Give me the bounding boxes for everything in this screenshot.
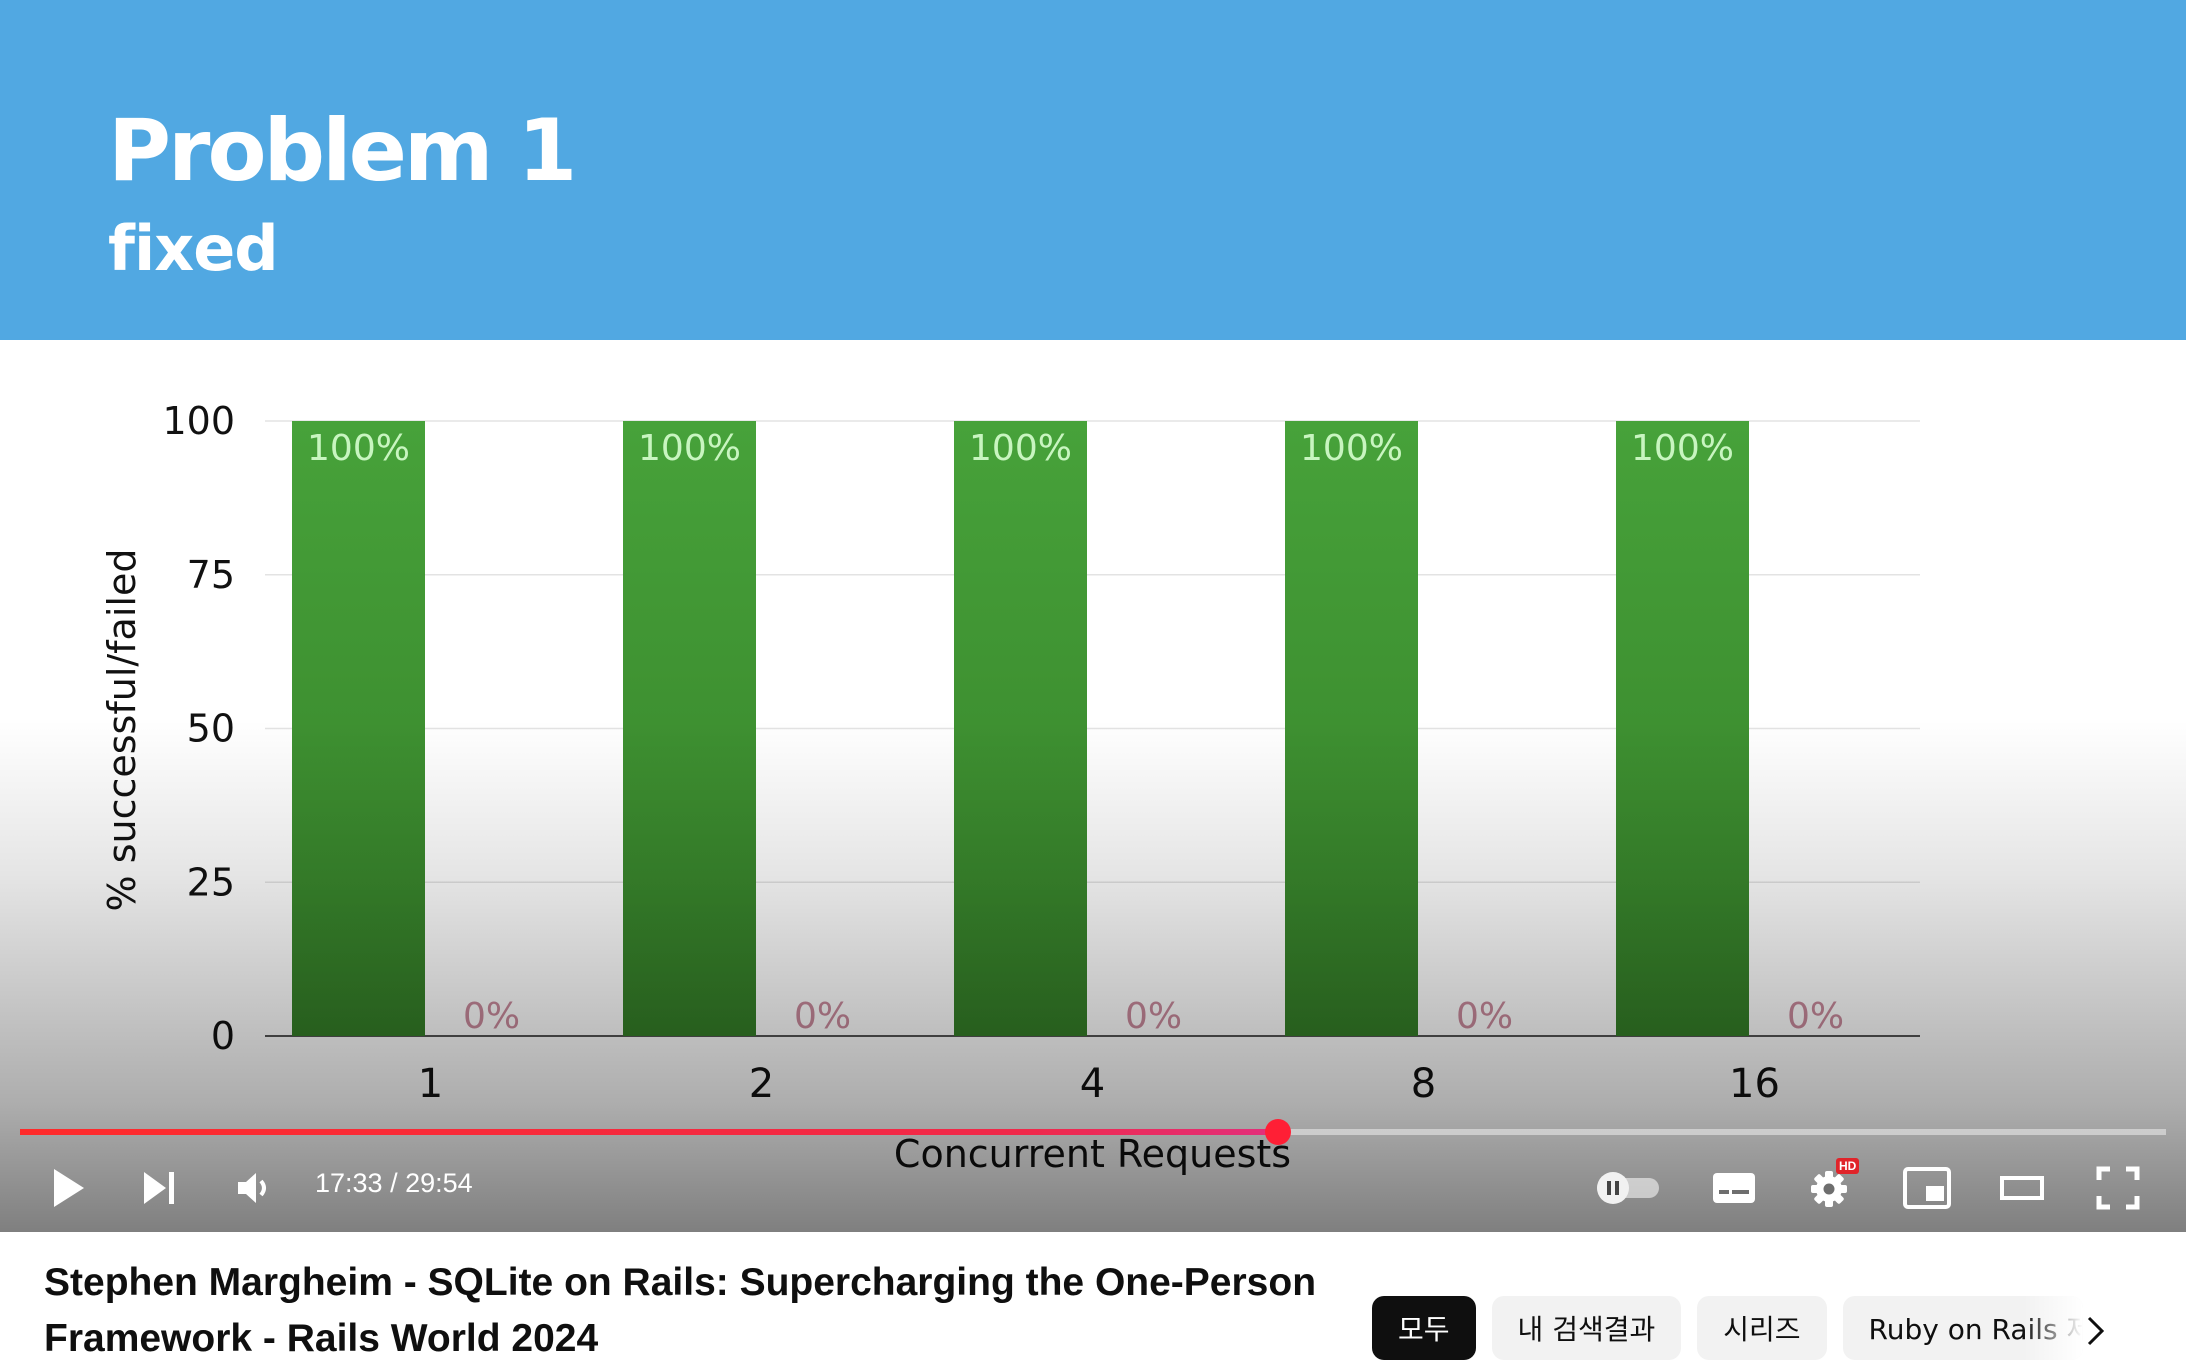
miniplayer-icon <box>1903 1167 1951 1209</box>
y-tick-label: 0 <box>211 1014 235 1058</box>
data-label-failed: 0% <box>794 996 851 1037</box>
chips-next-button[interactable] <box>2070 1306 2120 1356</box>
video-player[interactable]: Problem 1 fixed 0 25 50 75 100 100% 0% 1 100% 0% 2… <box>0 0 2186 1232</box>
x-tick-label: 8 <box>1411 1061 1436 1107</box>
youtube-watch-page: Problem 1 fixed 0 25 50 75 100 100% 0% 1 100% 0% 2… <box>0 0 2186 1372</box>
play-icon <box>54 1169 84 1207</box>
chip-all[interactable]: 모두 <box>1372 1296 1476 1360</box>
x-tick-label: 2 <box>749 1061 774 1107</box>
y-axis-title: % successful/failed <box>100 549 144 912</box>
x-axis-title: Concurrent Requests <box>894 1132 1291 1176</box>
hd-badge: HD <box>1836 1158 1860 1174</box>
y-tick-label: 50 <box>187 707 235 751</box>
y-tick-label: 100 <box>162 399 235 443</box>
mute-button[interactable] <box>226 1160 282 1216</box>
y-tick-label: 25 <box>187 860 235 904</box>
chevron-right-icon <box>2087 1316 2105 1346</box>
subtitles-button[interactable] <box>1706 1160 1762 1216</box>
slide-subtitle: fixed <box>108 212 279 285</box>
x-tick-label: 16 <box>1729 1061 1780 1107</box>
subtitles-icon <box>1713 1173 1755 1203</box>
chip-series[interactable]: 시리즈 <box>1697 1296 1827 1360</box>
progress-scrubber-handle[interactable] <box>1264 1119 1291 1145</box>
bar-successful <box>954 421 1087 1036</box>
video-title: Stephen Margheim - SQLite on Rails: Supe… <box>44 1261 1317 1360</box>
x-tick-label: 4 <box>1080 1061 1105 1107</box>
data-label-successful: 100% <box>969 428 1072 469</box>
settings-button[interactable]: HD <box>1802 1158 1860 1216</box>
theater-mode-button[interactable] <box>1994 1160 2050 1216</box>
volume-icon <box>238 1173 266 1203</box>
fullscreen-icon <box>2096 1166 2140 1210</box>
autoplay-toggle[interactable] <box>1590 1160 1666 1216</box>
data-label-failed: 0% <box>463 996 520 1037</box>
miniplayer-button[interactable] <box>1898 1160 1956 1216</box>
bar-successful <box>1285 421 1418 1036</box>
next-button[interactable] <box>132 1160 188 1216</box>
progress-played <box>20 1129 1278 1135</box>
related-filter-chips: 모두 내 검색결과 시리즈 Ruby on Rails 제 <box>1372 1296 2083 1360</box>
autoplay-toggle-icon <box>1597 1172 1659 1204</box>
next-icon <box>144 1172 174 1204</box>
time-display: 17:33 / 29:54 <box>315 1168 473 1198</box>
data-label-failed: 0% <box>1787 996 1844 1037</box>
data-label-successful: 100% <box>1300 428 1403 469</box>
chip-my-search-results[interactable]: 내 검색결과 <box>1491 1296 1682 1360</box>
progress-bar[interactable] <box>20 1119 2166 1145</box>
data-label-failed: 0% <box>1456 996 1513 1037</box>
x-tick-label: 1 <box>418 1061 443 1107</box>
data-label-successful: 100% <box>307 428 410 469</box>
chip-ruby-on-rails[interactable]: Ruby on Rails 제 <box>1842 1296 2083 1360</box>
theater-icon <box>2000 1176 2044 1200</box>
play-button[interactable] <box>40 1160 96 1216</box>
data-label-successful: 100% <box>1631 428 1734 469</box>
bar-chart: 0 25 50 75 100 100% 0% 1 100% 0% 2 100% 0% 4 100% 0% 8 10… <box>100 399 1920 1176</box>
fullscreen-button[interactable] <box>2090 1160 2146 1216</box>
slide-title: Problem 1 <box>108 101 577 201</box>
data-label-failed: 0% <box>1125 996 1182 1037</box>
data-label-successful: 100% <box>638 428 741 469</box>
bar-successful <box>1616 421 1749 1036</box>
y-tick-label: 75 <box>187 553 235 597</box>
bar-successful <box>623 421 756 1036</box>
bar-successful <box>292 421 425 1036</box>
